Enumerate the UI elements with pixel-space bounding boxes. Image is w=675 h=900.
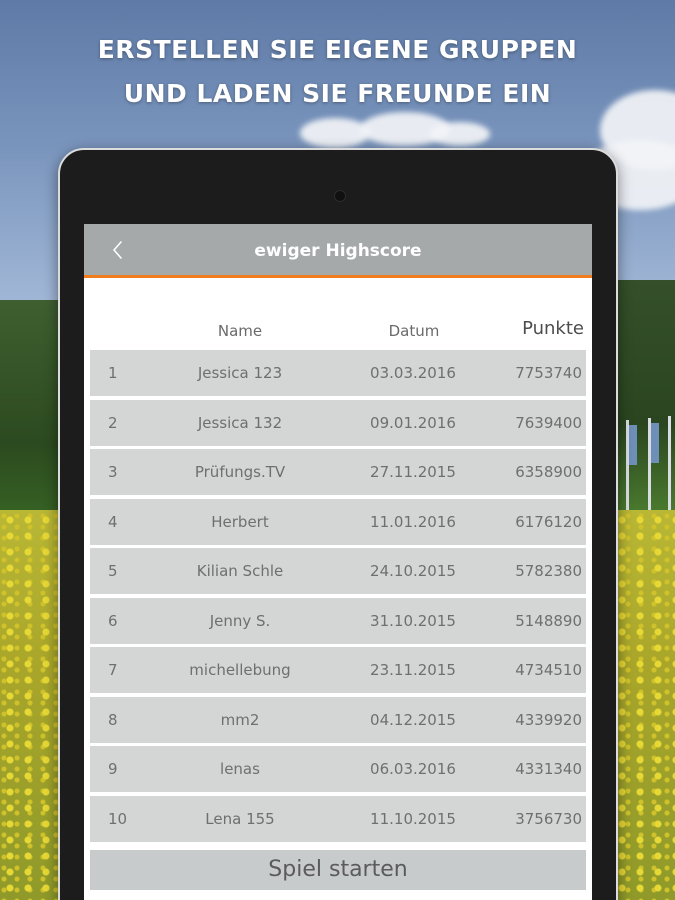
date-cell: 03.03.2016 [370,364,456,382]
table-row[interactable]: 9 lenas 06.03.2016 4331340 [90,746,586,792]
camera-icon [334,190,346,202]
flagpole [668,416,671,510]
table-row[interactable]: 2 Jessica 132 09.01.2016 7639400 [90,399,586,446]
highscore-table: Name Datum Punkte 1 Jessica 123 03.03.20… [90,316,586,845]
table-row[interactable]: 4 Herbert 11.01.2016 6176120 [90,498,586,545]
date-cell: 11.10.2015 [370,809,456,828]
points-cell: 6176120 [515,512,582,531]
rank-cell: 9 [108,760,118,778]
cloud [300,118,370,148]
name-cell: Kilian Schle [196,562,284,580]
date-cell: 11.01.2016 [370,512,456,531]
flag [629,425,637,465]
column-header-name: Name [217,322,263,340]
name-cell: Herbert [211,512,269,531]
points-cell: 4734510 [515,661,582,679]
date-cell: 23.11.2015 [370,661,456,679]
points-cell: 3756730 [515,809,582,828]
page-title: ewiger Highscore [254,241,422,261]
name-cell: lenas [220,760,260,778]
flag [651,423,659,463]
date-cell: 04.12.2015 [370,710,456,729]
rank-cell: 8 [108,710,118,729]
app-bar: ewiger Highscore [84,224,592,278]
table-row[interactable]: 5 Kilian Schle 24.10.2015 5782380 [90,548,586,594]
date-cell: 09.01.2016 [370,413,456,432]
name-cell: Prüfungs.TV [194,463,286,481]
column-header-date: Datum [388,322,440,340]
rank-cell: 3 [108,463,118,481]
name-cell: mm2 [220,710,260,729]
table-row[interactable]: 1 Jessica 123 03.03.2016 7753740 [90,350,586,396]
headline-line-1: ERSTELLEN SIE EIGENE GRUPPEN [97,35,578,64]
points-cell: 5148890 [515,611,582,630]
points-cell: 6358900 [515,463,582,481]
date-cell: 31.10.2015 [370,611,456,630]
rank-cell: 7 [108,661,118,679]
rank-cell: 4 [108,512,118,531]
name-cell: Jessica 132 [197,413,283,432]
points-cell: 4339920 [515,710,582,729]
rank-cell: 10 [108,809,128,828]
column-header-points: Punkte [522,318,584,339]
points-cell: 5782380 [515,562,582,580]
points-cell: 4331340 [515,760,582,778]
promo-headline: ERSTELLEN SIE EIGENE GRUPPEN UND LADEN S… [0,28,675,116]
tablet-frame: ewiger Highscore Name Datum Punkte 1 Jes… [58,148,618,900]
rank-cell: 2 [108,413,118,432]
name-cell: Jenny S. [209,611,271,630]
table-header: Name Datum Punkte [90,316,586,350]
rank-cell: 5 [108,562,118,580]
table-row[interactable]: 7 michellebung 23.11.2015 4734510 [90,647,586,693]
rank-cell: 6 [108,611,118,630]
points-cell: 7753740 [515,364,582,382]
name-cell: michellebung [189,661,291,679]
date-cell: 06.03.2016 [370,760,456,778]
table-row[interactable]: 10 Lena 155 11.10.2015 3756730 [90,795,586,842]
table-row[interactable]: 3 Prüfungs.TV 27.11.2015 6358900 [90,449,586,495]
table-row[interactable]: 6 Jenny S. 31.10.2015 5148890 [90,597,586,644]
date-cell: 27.11.2015 [370,463,456,481]
rank-cell: 1 [108,364,118,382]
cloud [430,122,490,146]
app-screen: ewiger Highscore Name Datum Punkte 1 Jes… [84,224,592,900]
headline-line-2: UND LADEN SIE FREUNDE EIN [123,79,552,108]
date-cell: 24.10.2015 [370,562,456,580]
name-cell: Jessica 123 [197,364,283,382]
table-row[interactable]: 8 mm2 04.12.2015 4339920 [90,696,586,743]
name-cell: Lena 155 [205,809,275,828]
points-cell: 7639400 [515,413,582,432]
start-game-button[interactable]: Spiel starten [90,850,586,890]
